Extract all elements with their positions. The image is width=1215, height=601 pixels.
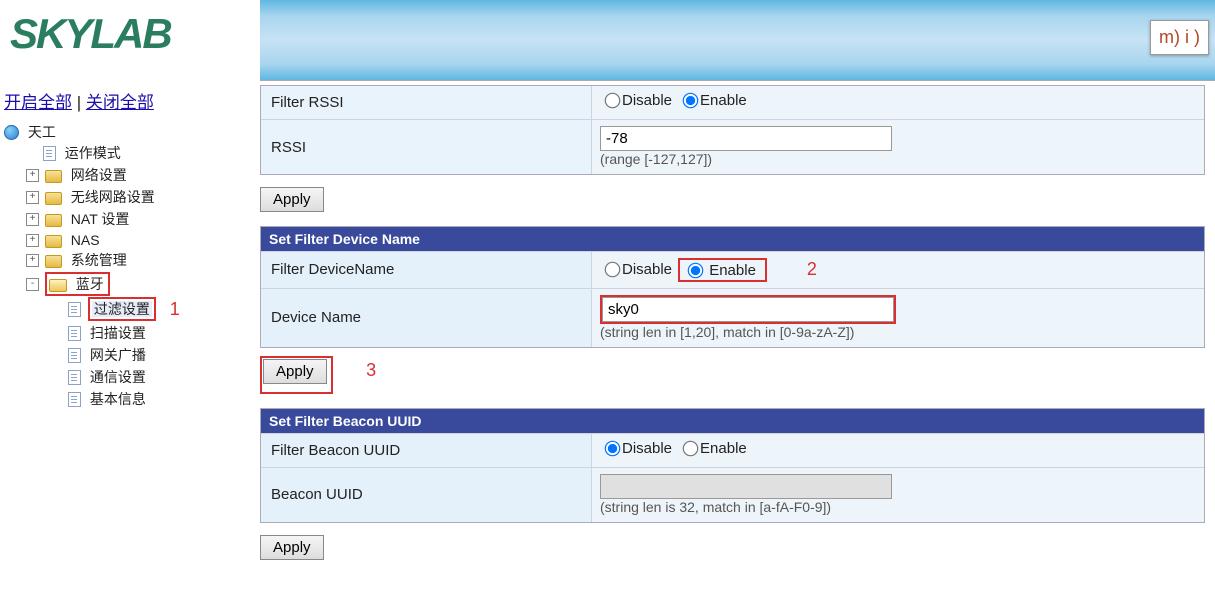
tree-spacer [26, 148, 37, 159]
filter-uuid-disable-radio[interactable] [605, 440, 621, 456]
page-icon [68, 348, 81, 363]
filter-devicename-radio-group: Disable Enable [600, 258, 767, 282]
page-icon [68, 302, 81, 317]
page-icon [68, 326, 81, 341]
apply-devicename-button[interactable]: Apply [263, 359, 327, 384]
collapse-icon[interactable]: - [26, 278, 39, 291]
folder-icon [45, 170, 62, 183]
enable-label: Enable [700, 440, 747, 457]
device-name-title: Set Filter Device Name [261, 227, 1204, 251]
disable-label: Disable [622, 261, 672, 278]
sidebar-item-nat[interactable]: NAT 设置 [69, 211, 132, 227]
filter-rssi-radio-group: Disable Enable [600, 92, 753, 109]
rssi-label: RSSI [261, 120, 591, 174]
expand-icon[interactable]: + [26, 191, 39, 204]
page-icon [43, 146, 56, 161]
filter-rssi-disable-radio[interactable] [605, 93, 621, 109]
filter-devicename-disable-radio[interactable] [605, 262, 621, 278]
beacon-uuid-title: Set Filter Beacon UUID [261, 409, 1204, 433]
filter-uuid-radio-group: Disable Enable [600, 440, 753, 457]
folder-icon [45, 214, 62, 227]
collapse-all-link[interactable]: 关闭全部 [86, 93, 154, 112]
expand-all-link[interactable]: 开启全部 [4, 93, 72, 112]
panel-rssi: Filter RSSI Disable Enable RSSI [260, 85, 1205, 175]
folder-icon [45, 255, 62, 268]
header-banner: m) i ) [260, 0, 1215, 81]
filter-uuid-enable-radio[interactable] [683, 440, 699, 456]
apply-rssi-button[interactable]: Apply [260, 187, 324, 212]
devicename-label: Device Name [261, 289, 591, 347]
sidebar-item-network[interactable]: 网络设置 [69, 167, 129, 183]
filter-uuid-label: Filter Beacon UUID [261, 434, 591, 467]
folder-icon [45, 235, 62, 248]
apply-uuid-button[interactable]: Apply [260, 535, 324, 560]
beacon-uuid-label: Beacon UUID [261, 468, 591, 522]
annotation-1: 1 [170, 299, 180, 319]
expand-icon[interactable]: + [26, 254, 39, 267]
sidebar-item-basic-info[interactable]: 基本信息 [88, 391, 148, 407]
globe-icon [4, 125, 19, 140]
sidebar-item-comm-settings[interactable]: 通信设置 [88, 369, 148, 385]
page-icon [68, 370, 81, 385]
panel-device-name: Set Filter Device Name Filter DeviceName… [260, 226, 1205, 348]
expand-icon[interactable]: + [26, 234, 39, 247]
expand-icon[interactable]: + [26, 213, 39, 226]
rssi-input[interactable] [600, 126, 892, 151]
sidebar-item-filter-settings[interactable]: 过滤设置 [92, 301, 152, 317]
tree-root[interactable]: 天工 [26, 124, 58, 140]
main-content: Filter RSSI Disable Enable RSSI [260, 81, 1215, 580]
annotation-3: 3 [366, 360, 376, 380]
brand-logo: SKYLAB [10, 10, 250, 58]
beacon-uuid-input[interactable] [600, 474, 892, 499]
sidebar-item-system[interactable]: 系统管理 [69, 252, 129, 268]
disable-label: Disable [622, 92, 672, 109]
sidebar-item-mode[interactable]: 运作模式 [63, 145, 123, 161]
page-icon [68, 392, 81, 407]
enable-label: Enable [700, 92, 747, 109]
toggle-separator: | [72, 93, 86, 112]
sidebar-item-wireless[interactable]: 无线网路设置 [69, 189, 157, 205]
folder-icon [45, 192, 62, 205]
filter-rssi-label: Filter RSSI [261, 86, 591, 119]
sidebar-item-scan-settings[interactable]: 扫描设置 [88, 325, 148, 341]
annotation-2: 2 [807, 259, 817, 280]
beacon-uuid-hint: (string len is 32, match in [a-fA-F0-9]) [600, 499, 831, 515]
mi-badge: m) i ) [1150, 20, 1209, 55]
filter-devicename-label: Filter DeviceName [261, 252, 591, 288]
nav-tree: 天工 运作模式 + 网络设置 + [0, 121, 255, 412]
expand-icon[interactable]: + [26, 169, 39, 182]
rssi-hint: (range [-127,127]) [600, 151, 712, 167]
filter-rssi-enable-radio[interactable] [683, 93, 699, 109]
enable-label: Enable [709, 262, 756, 279]
devicename-hint: (string len in [1,20], match in [0-9a-zA… [600, 324, 854, 340]
sidebar-item-nas[interactable]: NAS [69, 232, 102, 248]
panel-beacon-uuid: Set Filter Beacon UUID Filter Beacon UUI… [260, 408, 1205, 523]
sidebar-item-gateway-broadcast[interactable]: 网关广播 [88, 347, 148, 363]
sidebar: 开启全部 | 关闭全部 天工 运作模式 + [0, 81, 260, 417]
disable-label: Disable [622, 440, 672, 457]
folder-open-icon [49, 279, 67, 292]
filter-devicename-enable-radio[interactable] [688, 262, 704, 278]
sidebar-item-bluetooth[interactable]: 蓝牙 [74, 276, 106, 292]
devicename-input[interactable] [602, 297, 894, 322]
